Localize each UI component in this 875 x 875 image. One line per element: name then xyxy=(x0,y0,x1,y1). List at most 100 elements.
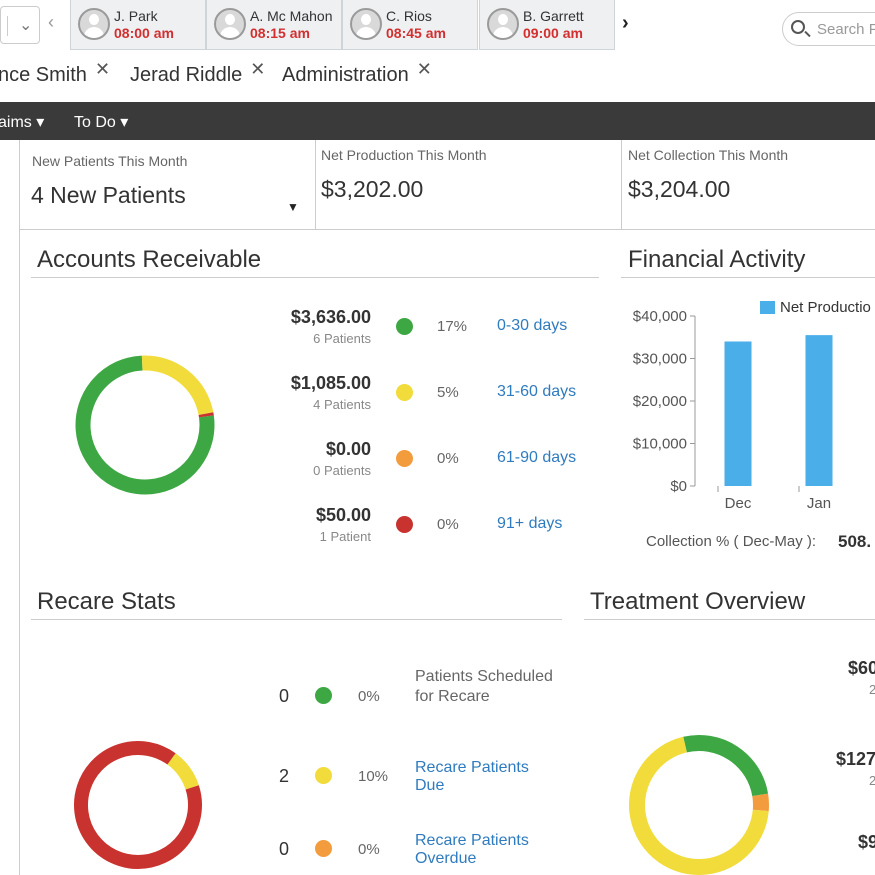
appointment-time: 08:00 am xyxy=(114,25,174,41)
provider-dropdown[interactable]: ⌄ xyxy=(0,6,40,44)
divider xyxy=(19,140,20,875)
bar xyxy=(724,341,752,486)
financial-bar-chart: $0 $10,000 $20,000 $30,000 $40,000 Dec Jan Net … xyxy=(633,299,871,512)
divider xyxy=(31,619,562,620)
dashboard: ⌄ ‹ J. Park 08:00 am A. Mc Mahon 08:15 a… xyxy=(0,0,875,875)
chart-marks: $0 $10,000 $20,000 $30,000 $40,000 Dec Jan Net … xyxy=(633,299,871,512)
donut-segments xyxy=(74,741,202,869)
search-input[interactable]: Search P xyxy=(782,12,875,46)
appointment-name: J. Park xyxy=(114,8,158,24)
divider xyxy=(19,229,875,230)
recare-count: 0 xyxy=(279,839,290,859)
caret-down-icon[interactable]: ▼ xyxy=(287,200,299,214)
recare-count: 0 xyxy=(279,686,290,706)
avatar-icon xyxy=(78,8,110,40)
divider xyxy=(315,140,316,230)
recare-percent: 0% xyxy=(358,688,380,705)
donut-segment xyxy=(683,735,769,797)
patient-tab[interactable]: nce Smith ✕ xyxy=(0,59,110,87)
section-title: Treatment Overview xyxy=(590,588,806,615)
tab-label: Jerad Riddle xyxy=(130,64,243,86)
ar-percent: 0% xyxy=(437,516,459,533)
stat-value: $3,204.00 xyxy=(628,176,731,202)
treatment-amount: $9 xyxy=(858,832,875,852)
status-dot-icon xyxy=(315,840,332,857)
treatment-amount: $60 xyxy=(848,658,875,678)
ar-percent: 0% xyxy=(437,450,459,467)
divider xyxy=(621,277,875,278)
tab-label: Administration xyxy=(282,64,409,86)
ar-range-link[interactable]: 31-60 days xyxy=(497,383,576,401)
appointment-time: 08:15 am xyxy=(250,25,310,41)
y-tick-label: $20,000 xyxy=(633,393,687,410)
treatment-count: 2 xyxy=(869,682,875,697)
ar-patient-count: 6 Patients xyxy=(313,331,371,346)
y-tick-label: $10,000 xyxy=(633,436,687,453)
ar-amount: $0.00 xyxy=(325,439,371,459)
close-icon[interactable]: ✕ xyxy=(250,59,265,79)
treatment-count: 2 xyxy=(869,773,875,788)
recare-overdue-link[interactable]: Recare Patients Overdue xyxy=(415,832,555,868)
status-dot-icon xyxy=(315,767,332,784)
ar-percent: 17% xyxy=(437,318,468,335)
status-dot-icon xyxy=(396,516,413,533)
search-icon xyxy=(791,20,805,34)
recare-percent: 0% xyxy=(358,841,380,858)
ar-percent: 5% xyxy=(437,384,459,401)
chevron-down-icon: ⌄ xyxy=(19,17,33,34)
close-icon[interactable]: ✕ xyxy=(417,59,432,79)
legend-label: Net Productio xyxy=(780,299,871,316)
stat-label: Net Production This Month xyxy=(321,147,487,163)
patient-tab[interactable]: Administration ✕ xyxy=(282,59,432,87)
avatar-icon xyxy=(214,8,246,40)
ar-patient-count: 4 Patients xyxy=(313,397,371,412)
x-tick-label: Dec xyxy=(725,495,752,512)
chevron-right-icon[interactable]: › xyxy=(622,12,629,35)
donut-segment xyxy=(752,793,769,812)
close-icon[interactable]: ✕ xyxy=(95,59,110,79)
recare-count: 2 xyxy=(279,766,290,786)
ar-range-link[interactable]: 0-30 days xyxy=(497,317,567,335)
ar-amount: $1,085.00 xyxy=(290,373,371,393)
menu-todo[interactable]: To Do ▾ xyxy=(74,112,128,132)
appointment-card[interactable]: J. Park 08:00 am xyxy=(70,0,206,50)
search-placeholder: Search P xyxy=(817,21,875,38)
ar-range-link[interactable]: 61-90 days xyxy=(497,449,576,467)
collection-label: Collection % ( Dec-May ): xyxy=(646,533,817,550)
appointment-time: 08:45 am xyxy=(386,25,446,41)
ar-patient-count: 0 Patients xyxy=(313,463,371,478)
status-dot-icon xyxy=(396,384,413,401)
ar-range-link[interactable]: 91+ days xyxy=(497,515,562,533)
appointment-name: B. Garrett xyxy=(523,8,584,24)
appointment-time: 09:00 am xyxy=(523,25,583,41)
recare-percent: 10% xyxy=(358,768,389,785)
treatment-donut-chart xyxy=(629,735,769,875)
divider xyxy=(621,140,622,230)
chevron-left-icon[interactable]: ‹ xyxy=(48,12,54,33)
y-tick-label: $30,000 xyxy=(633,351,687,368)
y-tick-label: $40,000 xyxy=(633,308,687,325)
stat-value: 4 New Patients xyxy=(31,182,186,208)
menu-claims[interactable]: aims ▾ xyxy=(0,112,44,132)
recare-due-link[interactable]: Recare Patients Due xyxy=(415,759,555,795)
appointment-card[interactable]: B. Garrett 09:00 am xyxy=(479,0,615,50)
menu-label: aims xyxy=(0,114,32,131)
appointment-card[interactable]: A. Mc Mahon 08:15 am xyxy=(206,0,342,50)
patient-tab[interactable]: Jerad Riddle ✕ xyxy=(130,59,265,87)
x-tick-label: Jan xyxy=(807,495,831,512)
recare-donut-chart xyxy=(74,741,202,869)
tab-label: nce Smith xyxy=(0,64,87,86)
appointment-name: A. Mc Mahon xyxy=(250,8,333,24)
donut-segment xyxy=(141,355,214,416)
appointment-card[interactable]: C. Rios 08:45 am xyxy=(342,0,478,50)
divider xyxy=(7,16,8,36)
divider xyxy=(31,277,599,278)
stat-label: New Patients This Month xyxy=(32,153,188,169)
menu-bar: aims ▾ To Do ▾ xyxy=(0,102,875,140)
section-title: Financial Activity xyxy=(628,246,806,273)
donut-segments xyxy=(75,355,215,495)
collection-value: 508. xyxy=(838,532,872,551)
section-title: Accounts Receivable xyxy=(37,246,262,273)
ar-donut-chart xyxy=(75,355,215,495)
recare-label: Patients Scheduled for Recare xyxy=(415,668,553,705)
